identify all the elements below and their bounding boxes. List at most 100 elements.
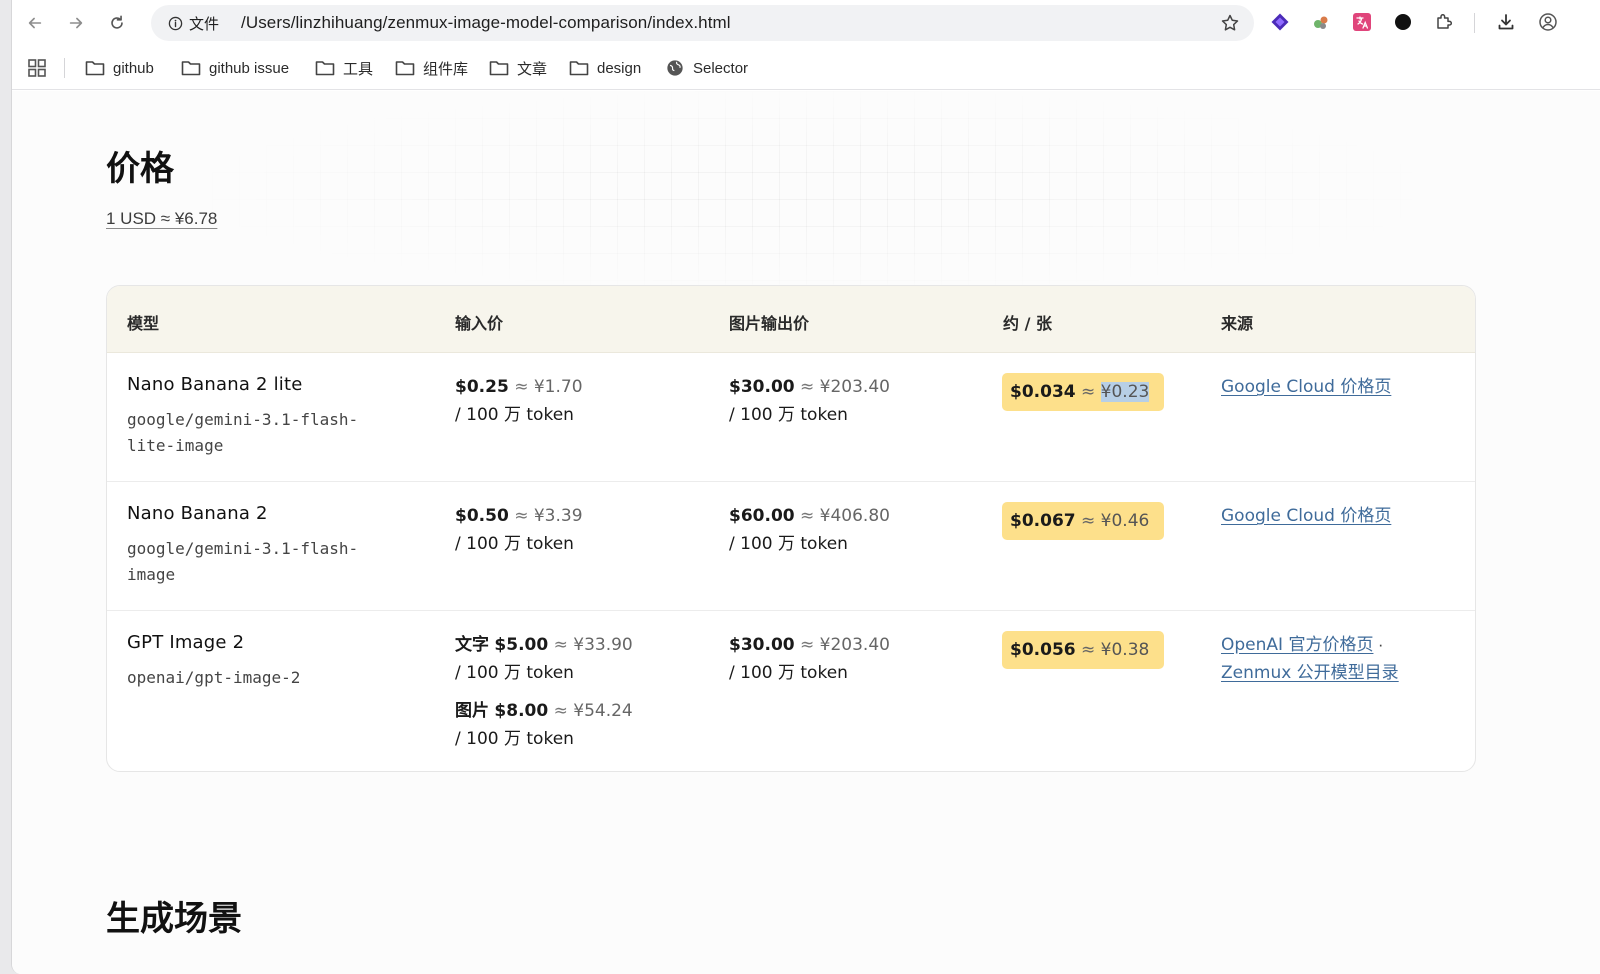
source-link-openai[interactable]: OpenAI 官方价格页	[1221, 635, 1373, 655]
colorful-extension-icon	[1314, 16, 1328, 29]
downloads-button[interactable]	[1495, 11, 1517, 33]
diamond-extension-icon	[1271, 13, 1289, 31]
bookmark-label: 工具	[343, 60, 374, 78]
price-unit: / 100 万 token	[455, 534, 574, 554]
price-unit: / 100 万 token	[729, 534, 848, 554]
input-price: $0.25 ≈ ¥1.70 / 100 万 token	[455, 373, 583, 429]
price-table: 模型 输入价 图片输出价 约 / 张 来源 Nano Banana 2 lite…	[106, 285, 1476, 772]
per-image-badge: $0.034 ≈ ¥0.23	[1002, 373, 1165, 411]
price-unit: / 100 万 token	[455, 405, 574, 425]
info-icon	[168, 16, 183, 30]
input-price: $0.50 ≈ ¥3.39 / 100 万 token	[455, 502, 583, 558]
price-usd: $0.25	[455, 377, 509, 397]
folder-icon	[85, 61, 105, 76]
extension-diamond[interactable]	[1269, 11, 1291, 33]
apps-button[interactable]	[26, 57, 48, 79]
model-id: google/gemini-3.1-flash-image	[127, 539, 359, 584]
address-bar[interactable]: 文件 /Users/linzhihuang/zenmux-image-model…	[151, 5, 1254, 41]
exchange-rate: 1 USD ≈ ¥6.78	[106, 209, 218, 228]
source-link-google-cloud[interactable]: Google Cloud 价格页	[1221, 377, 1391, 397]
source-link-zenmux[interactable]: Zenmux 公开模型目录	[1221, 663, 1399, 683]
back-button[interactable]	[21, 9, 49, 37]
puzzle-icon	[1437, 13, 1453, 29]
site-info-label: 文件	[189, 15, 220, 33]
model-name: GPT Image 2	[127, 632, 245, 653]
bookmark-components[interactable]: 组件库	[395, 56, 468, 80]
translate-extension-icon	[1353, 13, 1371, 31]
arrow-right-icon	[69, 17, 83, 29]
extension-dot[interactable]	[1392, 11, 1414, 33]
table-row: GPT Image 2 openai/gpt-image-2 文字 $5.00 …	[107, 611, 1475, 771]
header-model: 模型	[127, 314, 160, 333]
folder-icon	[315, 61, 335, 76]
bookmark-label: Selector	[693, 59, 749, 77]
header-output-price: 图片输出价	[729, 314, 810, 333]
folder-icon	[489, 61, 509, 76]
per-image-badge: $0.067 ≈ ¥0.46	[1002, 502, 1165, 540]
source-separator: ·	[1377, 635, 1384, 654]
bookmark-label: 组件库	[423, 60, 469, 78]
price-cny: ¥54.24	[573, 701, 633, 721]
table-row: Nano Banana 2 lite google/gemini-3.1-fla…	[107, 353, 1475, 482]
extensions-menu-button[interactable]	[1433, 11, 1455, 33]
selected-text: ¥0.23	[1100, 382, 1150, 402]
url-text[interactable]: /Users/linzhihuang/zenmux-image-model-co…	[241, 13, 731, 33]
bookmark-label: design	[597, 59, 642, 77]
source-link-google-cloud[interactable]: Google Cloud 价格页	[1221, 506, 1391, 526]
browser-window: 文件 /Users/linzhihuang/zenmux-image-model…	[11, 0, 1600, 974]
profile-button[interactable]	[1537, 11, 1559, 33]
price-label: 文字	[455, 635, 489, 655]
model-name: Nano Banana 2	[127, 503, 268, 524]
price-unit: / 100 万 token	[729, 405, 848, 425]
price-usd: $5.00	[494, 635, 549, 655]
black-dot-extension-icon	[1395, 14, 1411, 30]
output-price: $30.00 ≈ ¥203.40 / 100 万 token	[729, 373, 890, 429]
arrow-left-icon	[28, 17, 42, 29]
page-content: 价格 1 USD ≈ ¥6.78 模型 输入价 图片输出价 约 / 张 来源 N…	[12, 91, 1600, 974]
extension-puzzle-color[interactable]	[1310, 11, 1332, 33]
bookmark-selector[interactable]: Selector	[665, 56, 748, 80]
bookmark-github[interactable]: github	[85, 56, 154, 80]
price-unit: / 100 万 token	[455, 729, 574, 749]
per-image-badge: $0.056 ≈ ¥0.38	[1002, 631, 1165, 669]
bookmark-tools[interactable]: 工具	[315, 56, 373, 80]
model-name: Nano Banana 2 lite	[127, 374, 303, 395]
bookmark-label: 文章	[517, 60, 548, 78]
header-source: 来源	[1221, 314, 1254, 333]
star-icon	[1221, 14, 1239, 31]
price-unit: / 100 万 token	[455, 663, 574, 683]
scenes-heading: 生成场景	[106, 899, 242, 939]
table-row: Nano Banana 2 google/gemini-3.1-flash-im…	[107, 482, 1475, 611]
folder-icon	[569, 61, 589, 76]
model-id: google/gemini-3.1-flash-lite-image	[127, 410, 359, 455]
bookmark-design[interactable]: design	[569, 56, 641, 80]
price-usd: $8.00	[494, 701, 549, 721]
site-info-button[interactable]: 文件	[160, 11, 227, 35]
extension-translate[interactable]	[1351, 11, 1373, 33]
header-per-image: 约 / 张	[1003, 314, 1052, 333]
price-cny: ¥1.70	[533, 377, 583, 397]
output-price: $30.00 ≈ ¥203.40 / 100 万 token	[729, 631, 890, 687]
input-price: 文字 $5.00 ≈ ¥33.90 / 100 万 token 图片 $8.00…	[455, 631, 633, 753]
price-usd: $60.00	[729, 506, 795, 526]
model-id: openai/gpt-image-2	[127, 668, 301, 687]
bookmark-articles[interactable]: 文章	[489, 56, 547, 80]
price-cny: ¥3.39	[533, 506, 583, 526]
bookmark-github-issue[interactable]: github issue	[181, 56, 289, 80]
price-usd: $0.50	[455, 506, 509, 526]
reload-button[interactable]	[103, 9, 131, 37]
output-price: $60.00 ≈ ¥406.80 / 100 万 token	[729, 502, 890, 558]
bookmark-label: github	[113, 59, 154, 77]
bookmark-star-button[interactable]	[1220, 13, 1240, 33]
price-cny: ¥33.90	[573, 635, 633, 655]
forward-button[interactable]	[62, 9, 90, 37]
apps-grid-icon	[28, 59, 46, 77]
folder-icon	[395, 61, 415, 76]
price-cny: ¥203.40	[819, 377, 890, 397]
profile-icon	[1539, 13, 1557, 31]
decorative-grid	[212, 91, 1412, 291]
price-cny: ¥203.40	[819, 635, 890, 655]
globe-icon	[667, 60, 683, 76]
download-icon	[1498, 14, 1514, 30]
price-label: 图片	[455, 701, 489, 721]
